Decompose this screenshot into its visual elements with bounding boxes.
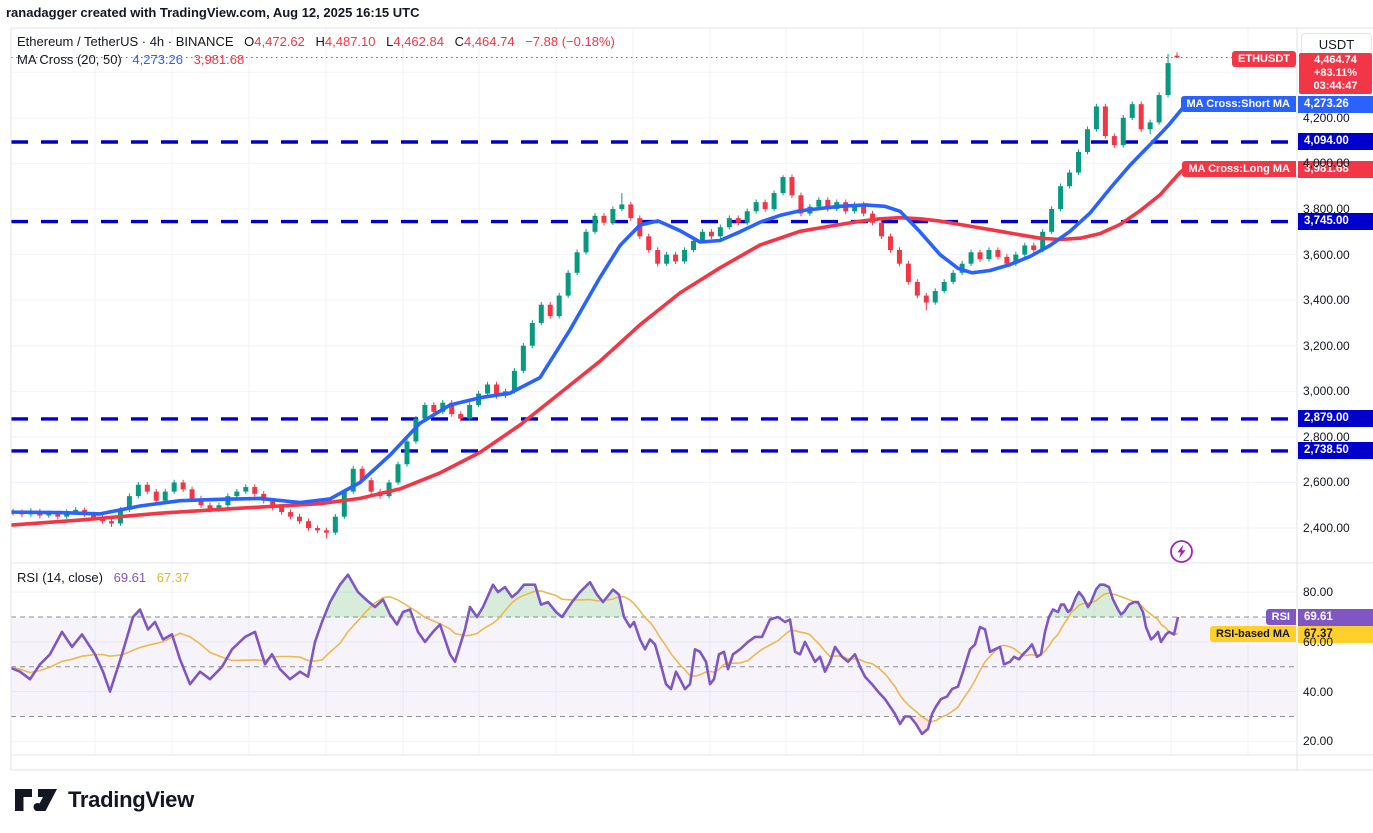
change-value: −7.88 (−0.18%) xyxy=(525,34,615,49)
countdown-price: 4,464.74 xyxy=(1299,54,1372,67)
ohlc-low-value: 4,462.84 xyxy=(393,34,444,49)
price-tick-label: 3,600.00 xyxy=(1303,247,1350,263)
rsi-tick-label: 60.00 xyxy=(1303,634,1333,650)
rsi-tick-label: 80.00 xyxy=(1303,584,1333,600)
level-price-label: 3,745.00 xyxy=(1298,213,1373,230)
ohlc-high-label: H xyxy=(316,34,325,49)
rsi-legend-value: 69.61 xyxy=(114,570,147,585)
level-price-label: 2,879.00 xyxy=(1298,410,1373,427)
countdown-change-pct: +83.11% xyxy=(1299,67,1372,80)
ma-short-badge: MA Cross:Short MA xyxy=(1181,96,1296,112)
ohlc-close-label: C xyxy=(455,34,464,49)
rsi-tick-label: 40.00 xyxy=(1303,684,1333,700)
price-tick-label: 4,200.00 xyxy=(1303,110,1350,126)
ma-cross-legend[interactable]: MA Cross (20, 50) 4,273.26 3,981.68 xyxy=(17,52,244,67)
price-tick-label: 4,000.00 xyxy=(1303,155,1350,171)
tradingview-logo-text: TradingView xyxy=(68,787,194,813)
main-pane xyxy=(8,52,1296,538)
tradingview-logo[interactable]: TradingView xyxy=(14,787,194,813)
ma-long-badge: MA Cross:Long MA xyxy=(1182,161,1296,177)
rsi-ma-legend-value: 67.37 xyxy=(157,570,190,585)
price-tick-label: 2,400.00 xyxy=(1303,520,1350,536)
ohlc-open-value: 4,472.62 xyxy=(254,34,305,49)
rsi-tick-label: 20.00 xyxy=(1303,733,1333,749)
ohlc-high-value: 4,487.10 xyxy=(325,34,376,49)
ma-short-legend-value: 4,273.26 xyxy=(132,52,183,67)
price-tick-label: 3,200.00 xyxy=(1303,338,1350,354)
rsi-name: RSI (14, close) xyxy=(17,570,103,585)
boost-lightning-icon[interactable] xyxy=(1168,538,1195,565)
time-axis[interactable]: Jul4710131619222528Aug47101316 xyxy=(0,755,1297,773)
last-price-countdown-label: 4,464.74 +83.11% 03:44:47 xyxy=(1299,53,1372,94)
price-tick-label: 3,400.00 xyxy=(1303,292,1350,308)
rsi-badge: RSI xyxy=(1266,609,1296,625)
ohlc-open-label: O xyxy=(244,34,254,49)
tradingview-chart-screenshot: ranadagger created with TradingView.com,… xyxy=(0,0,1373,833)
price-tick-label: 2,600.00 xyxy=(1303,474,1350,490)
symbol-title: Ethereum / TetherUS · 4h · BINANCE xyxy=(17,34,234,49)
tradingview-logo-icon xyxy=(14,787,58,813)
rsi-pane xyxy=(8,575,1296,734)
rsi-ma-badge: RSI-based MA xyxy=(1210,626,1296,642)
chart-canvas[interactable] xyxy=(0,0,1373,833)
rsi-scale-value: 69.61 xyxy=(1298,609,1373,626)
ohlc-close-value: 4,464.74 xyxy=(464,34,515,49)
candles xyxy=(11,52,1180,538)
level-price-label: 2,738.50 xyxy=(1298,442,1373,459)
rsi-legend[interactable]: RSI (14, close) 69.61 67.37 xyxy=(17,570,189,585)
symbol-legend[interactable]: Ethereum / TetherUS · 4h · BINANCE O4,47… xyxy=(17,34,615,49)
ma-long-legend-value: 3,981.68 xyxy=(194,52,245,67)
price-tick-label: 3,000.00 xyxy=(1303,383,1350,399)
ma-cross-name: MA Cross (20, 50) xyxy=(17,52,122,67)
level-price-label: 4,094.00 xyxy=(1298,133,1373,150)
symbol-price-badge: ETHUSDT xyxy=(1232,51,1296,67)
countdown-time: 03:44:47 xyxy=(1299,80,1372,93)
